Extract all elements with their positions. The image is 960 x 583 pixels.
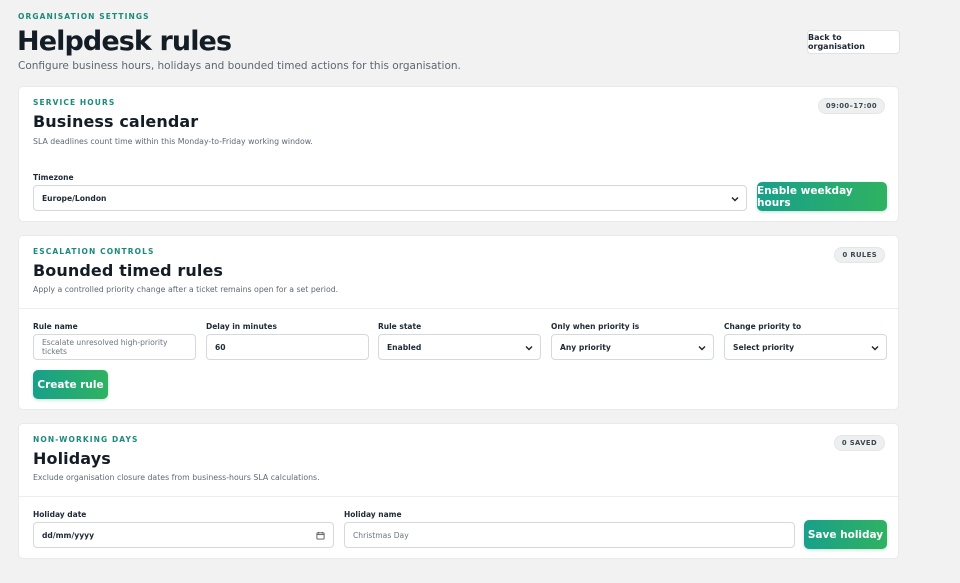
delay-minutes-input[interactable]: 60 <box>206 334 369 360</box>
section-title: Holidays <box>33 449 111 468</box>
rule-name-label: Rule name <box>33 322 78 331</box>
page-subtitle: Configure business hours, holidays and b… <box>18 60 461 72</box>
change-priority-label: Change priority to <box>724 322 802 331</box>
rule-state-select[interactable]: Enabled <box>378 334 541 360</box>
rule-name-input[interactable]: Escalate unresolved high-priority ticket… <box>33 334 196 360</box>
hours-badge: 09:00–17:00 <box>817 98 885 114</box>
chevron-down-icon <box>871 346 879 351</box>
timezone-label: Timezone <box>33 173 74 182</box>
escalation-rules-card: ESCALATION CONTROLS Bounded timed rules … <box>18 235 899 410</box>
only-priority-value: Any priority <box>560 342 611 352</box>
change-priority-select[interactable]: Select priority <box>724 334 887 360</box>
page-title: Helpdesk rules <box>17 26 232 57</box>
section-eyebrow: ESCALATION CONTROLS <box>33 247 155 256</box>
chevron-down-icon <box>731 197 739 202</box>
holiday-date-input[interactable]: dd/mm/yyyy <box>33 522 334 548</box>
timezone-value: Europe/London <box>42 193 107 203</box>
section-divider <box>19 496 898 497</box>
rules-count-badge: 0 RULES <box>834 247 885 263</box>
save-holiday-button[interactable]: Save holiday <box>804 520 887 549</box>
only-priority-label: Only when priority is <box>551 322 640 331</box>
enable-weekday-hours-button[interactable]: Enable weekday hours <box>757 182 887 211</box>
rule-state-value: Enabled <box>387 342 422 352</box>
rule-state-label: Rule state <box>378 322 422 331</box>
section-divider <box>19 308 898 309</box>
holiday-date-label: Holiday date <box>33 510 87 519</box>
section-description: Apply a controlled priority change after… <box>33 285 339 294</box>
timezone-select[interactable]: Europe/London <box>33 185 747 211</box>
page-eyebrow: ORGANISATION SETTINGS <box>18 12 150 21</box>
change-priority-value: Select priority <box>733 342 795 352</box>
only-priority-select[interactable]: Any priority <box>551 334 714 360</box>
holidays-card: NON-WORKING DAYS Holidays Exclude organi… <box>18 423 899 559</box>
holiday-name-input[interactable]: Christmas Day <box>344 522 795 548</box>
holidays-count-badge: 0 SAVED <box>833 435 885 451</box>
chevron-down-icon <box>698 346 706 351</box>
chevron-down-icon <box>525 346 533 351</box>
section-description: SLA deadlines count time within this Mon… <box>33 137 313 146</box>
delay-label: Delay in minutes <box>206 322 277 331</box>
section-eyebrow: NON-WORKING DAYS <box>33 435 139 444</box>
back-to-organisation-button[interactable]: Back to organisation <box>807 30 900 54</box>
section-eyebrow: SERVICE HOURS <box>33 98 116 107</box>
business-calendar-card: SERVICE HOURS Business calendar SLA dead… <box>18 86 899 222</box>
holiday-name-label: Holiday name <box>344 510 402 519</box>
holiday-date-value: dd/mm/yyyy <box>42 530 95 540</box>
calendar-icon[interactable] <box>316 531 325 540</box>
create-rule-button[interactable]: Create rule <box>33 370 108 399</box>
section-title: Bounded timed rules <box>33 261 224 280</box>
section-title: Business calendar <box>33 112 199 131</box>
section-description: Exclude organisation closure dates from … <box>33 473 320 482</box>
